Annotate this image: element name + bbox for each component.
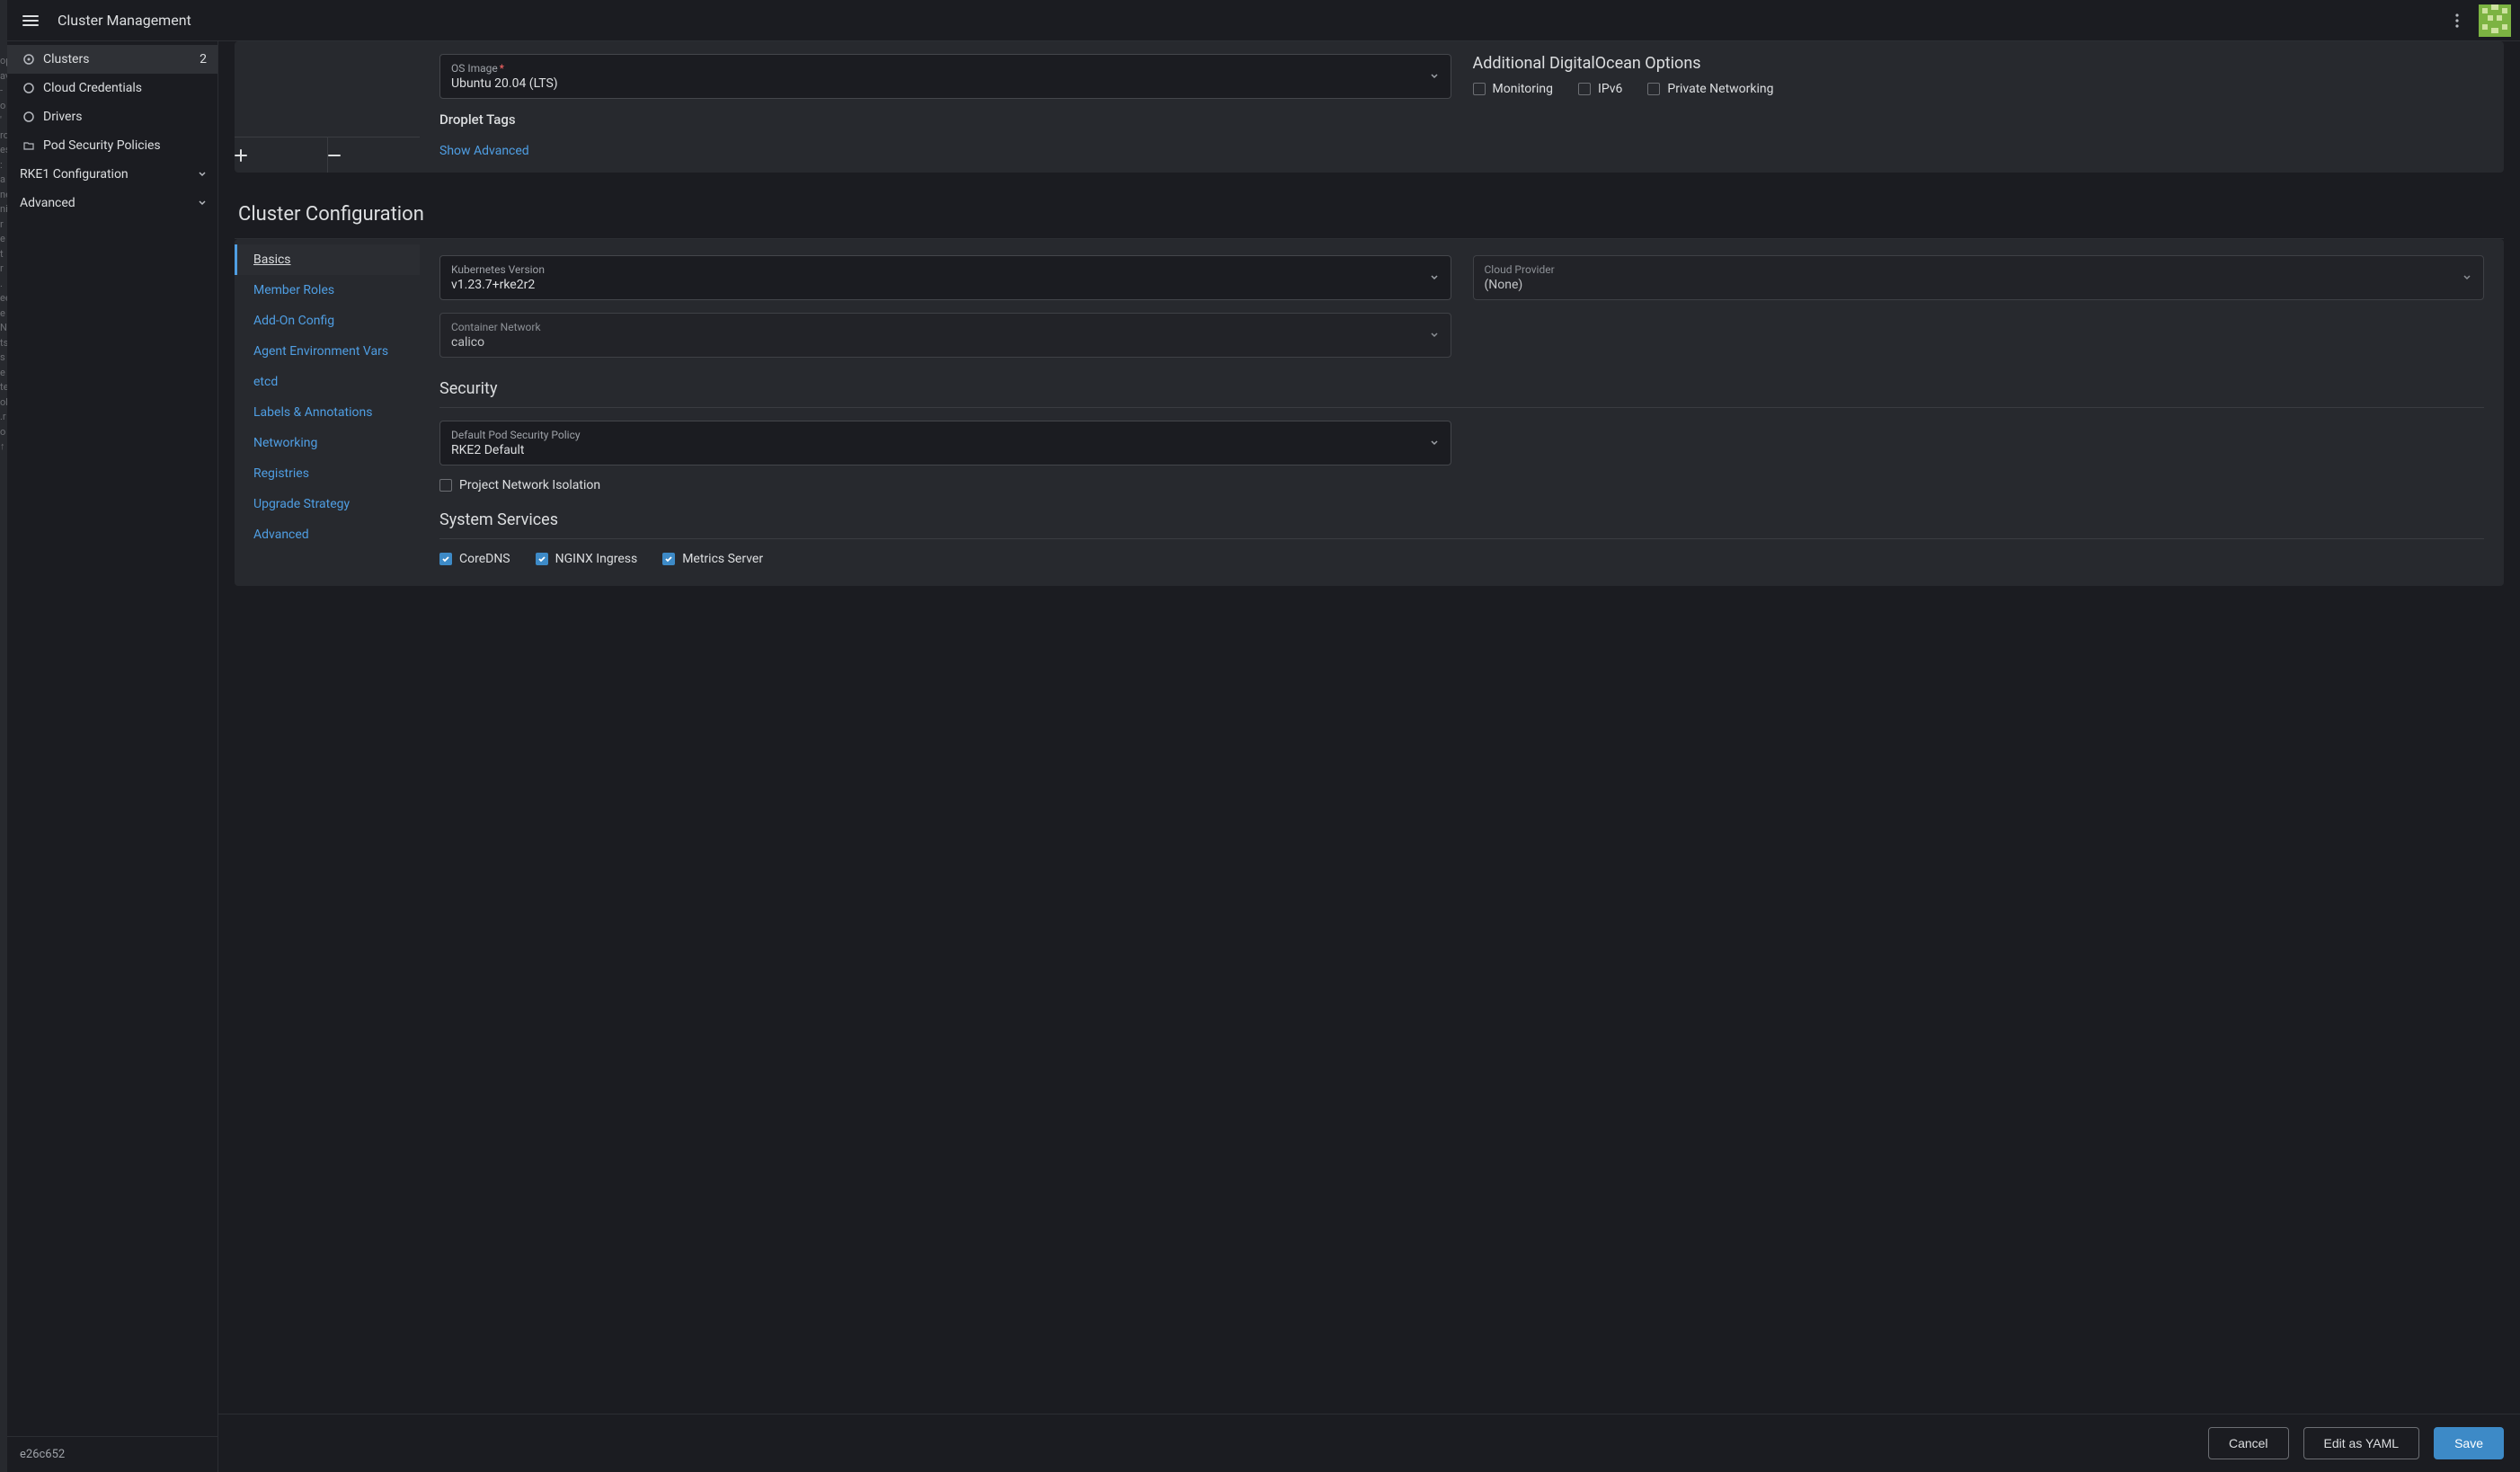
nginx-ingress-checkbox[interactable]: NGINX Ingress	[536, 552, 638, 566]
header-actions-menu[interactable]	[2445, 8, 2470, 33]
checkbox-label: IPv6	[1598, 82, 1622, 96]
tab-add-on-config[interactable]: Add-On Config	[235, 306, 420, 336]
tab-upgrade-strategy[interactable]: Upgrade Strategy	[235, 489, 420, 519]
sidebar-item-clusters[interactable]: Clusters 2	[7, 45, 217, 74]
checkbox-icon	[439, 553, 452, 565]
drivers-icon	[22, 111, 36, 122]
tab-agent-environment-vars[interactable]: Agent Environment Vars	[235, 336, 420, 367]
off-canvas-code-strip: opav-o'roes:aneniretr.eeeNStsseteol.ro↑	[0, 0, 7, 1472]
checkbox-icon	[1647, 83, 1660, 95]
sidebar: Clusters 2 Cloud Credentials Drivers Pod…	[7, 41, 218, 1472]
sidebar-item-label: Pod Security Policies	[43, 138, 161, 153]
default-pod-security-policy-select[interactable]: Default Pod Security Policy RKE2 Default	[439, 421, 1451, 466]
droplet-tags-heading: Droplet Tags	[439, 111, 1451, 128]
save-button[interactable]: Save	[2434, 1427, 2504, 1459]
metrics-server-checkbox[interactable]: Metrics Server	[662, 552, 763, 566]
avatar[interactable]	[2479, 4, 2511, 37]
field-value: v1.23.7+rke2r2	[451, 278, 535, 292]
tab-registries[interactable]: Registries	[235, 458, 420, 489]
sidebar-group-label: Advanced	[20, 196, 75, 210]
sidebar-item-label: Clusters	[43, 52, 89, 67]
checkbox-label: NGINX Ingress	[555, 552, 638, 566]
security-heading: Security	[439, 379, 2484, 408]
cluster-config-panel: Basics Member Roles Add-On Config Agent …	[235, 239, 2504, 586]
pool-count-stepper	[235, 137, 420, 173]
sidebar-group-rke1-configuration[interactable]: RKE1 Configuration	[7, 160, 217, 189]
hamburger-icon	[22, 12, 40, 30]
chevron-down-icon	[2462, 272, 2472, 283]
edit-as-yaml-button[interactable]: Edit as YAML	[2303, 1427, 2420, 1459]
field-label: Cloud Provider	[1485, 263, 2473, 276]
cloud-provider-select[interactable]: Cloud Provider (None)	[1473, 255, 2485, 300]
add-pool-button[interactable]	[235, 137, 327, 173]
checkbox-label: Metrics Server	[682, 552, 763, 566]
chevron-down-icon	[1429, 272, 1440, 283]
kubernetes-version-select[interactable]: Kubernetes Version v1.23.7+rke2r2	[439, 255, 1451, 300]
checkbox-icon	[662, 553, 675, 565]
chevron-down-icon	[198, 170, 207, 179]
tab-basics[interactable]: Basics	[235, 244, 420, 275]
tab-networking[interactable]: Networking	[235, 428, 420, 458]
field-label: Kubernetes Version	[451, 263, 1440, 276]
field-value: Ubuntu 20.04 (LTS)	[451, 76, 558, 91]
checkbox-label: CoreDNS	[459, 552, 510, 566]
clusters-icon	[22, 54, 36, 65]
config-tabs: Basics Member Roles Add-On Config Agent …	[235, 239, 420, 586]
tab-member-roles[interactable]: Member Roles	[235, 275, 420, 306]
folder-icon	[22, 140, 36, 151]
sidebar-item-pod-security-policies[interactable]: Pod Security Policies	[7, 131, 217, 160]
field-label: OS Image*	[451, 62, 1440, 75]
system-services-heading: System Services	[439, 510, 2484, 539]
field-value: (None)	[1485, 278, 1523, 292]
chevron-down-icon	[198, 199, 207, 208]
sidebar-group-label: RKE1 Configuration	[20, 167, 129, 182]
os-image-select[interactable]: OS Image* Ubuntu 20.04 (LTS)	[439, 54, 1451, 99]
node-pool-panel: OS Image* Ubuntu 20.04 (LTS) Droplet Tag…	[235, 41, 2504, 173]
show-advanced-link[interactable]: Show Advanced	[439, 144, 529, 158]
chevron-down-icon	[1429, 71, 1440, 82]
page-title: Cluster Management	[58, 12, 191, 29]
footer-actions: Cancel Edit as YAML Save	[218, 1414, 2520, 1472]
chevron-down-icon	[1429, 330, 1440, 341]
credentials-icon	[22, 83, 36, 93]
monitoring-checkbox[interactable]: Monitoring	[1473, 82, 1554, 96]
checkbox-icon	[439, 479, 452, 492]
checkbox-icon	[1578, 83, 1591, 95]
clusters-count-badge: 2	[200, 52, 207, 67]
ipv6-checkbox[interactable]: IPv6	[1578, 82, 1622, 96]
checkbox-label: Private Networking	[1667, 82, 1773, 96]
sidebar-item-label: Cloud Credentials	[43, 81, 142, 95]
tab-labels-annotations[interactable]: Labels & Annotations	[235, 397, 420, 428]
remove-pool-button[interactable]	[327, 137, 421, 173]
field-label: Default Pod Security Policy	[451, 429, 1440, 441]
kebab-icon	[2455, 13, 2459, 28]
container-network-select[interactable]: Container Network calico	[439, 313, 1451, 358]
additional-options-heading: Additional DigitalOcean Options	[1473, 54, 2485, 73]
main-content: OS Image* Ubuntu 20.04 (LTS) Droplet Tag…	[218, 41, 2520, 1472]
app-header: Cluster Management	[7, 0, 2520, 41]
coredns-checkbox[interactable]: CoreDNS	[439, 552, 510, 566]
field-label: Container Network	[451, 321, 1440, 333]
chevron-down-icon	[1429, 438, 1440, 448]
checkbox-label: Monitoring	[1493, 82, 1554, 96]
cluster-configuration-heading: Cluster Configuration	[235, 194, 2504, 239]
sidebar-item-cloud-credentials[interactable]: Cloud Credentials	[7, 74, 217, 102]
checkbox-icon	[536, 553, 548, 565]
hamburger-menu-button[interactable]	[18, 8, 43, 33]
minus-icon	[328, 149, 341, 162]
tab-etcd[interactable]: etcd	[235, 367, 420, 397]
private-networking-checkbox[interactable]: Private Networking	[1647, 82, 1773, 96]
sidebar-item-drivers[interactable]: Drivers	[7, 102, 217, 131]
version-footer: e26c652	[7, 1436, 217, 1472]
field-value: RKE2 Default	[451, 443, 525, 457]
project-network-isolation-checkbox[interactable]: Project Network Isolation	[439, 478, 2484, 492]
field-value: calico	[451, 335, 484, 350]
plus-icon	[235, 149, 247, 162]
checkbox-icon	[1473, 83, 1486, 95]
sidebar-group-advanced[interactable]: Advanced	[7, 189, 217, 217]
tab-advanced[interactable]: Advanced	[235, 519, 420, 550]
cancel-button[interactable]: Cancel	[2208, 1427, 2289, 1459]
checkbox-label: Project Network Isolation	[459, 478, 600, 492]
sidebar-item-label: Drivers	[43, 110, 82, 124]
